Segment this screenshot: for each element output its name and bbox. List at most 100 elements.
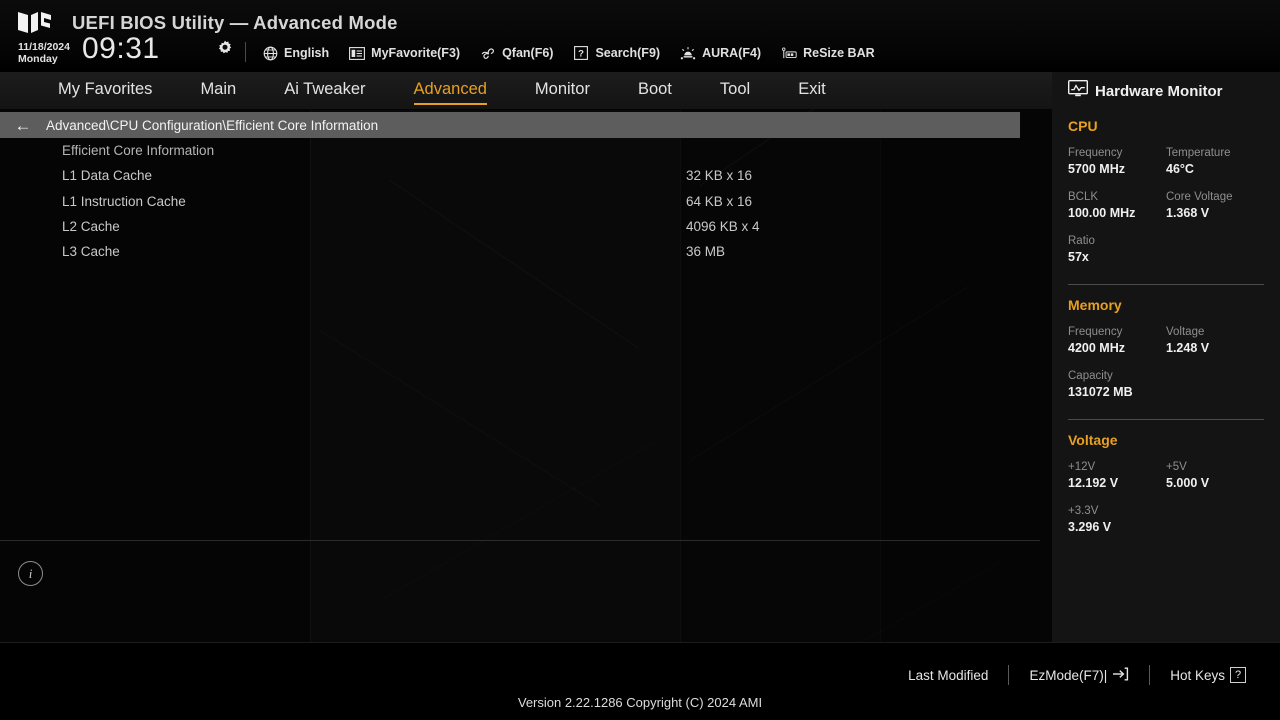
bios-screen: UEFI BIOS Utility — Advanced Mode 11/18/… [0,0,1280,720]
resize-bar-icon [781,45,797,61]
info-row-label: L2 Cache [62,219,120,235]
language-label: English [284,46,330,60]
hw-metric-key: Capacity [1068,370,1113,382]
section-title: Efficient Core Information [62,143,215,159]
hw-metric-key: BCLK [1068,191,1099,203]
hw-metric: Frequency 4200 MHz [1068,325,1166,357]
hw-row: Capacity 131072 MB [1068,369,1264,401]
hotkeys-label: Hot Keys [1170,667,1225,683]
hw-metric-value: 12.192 V [1068,476,1119,490]
tab-main[interactable]: Main [200,80,236,101]
title-bar: UEFI BIOS Utility — Advanced Mode 11/18/… [0,0,1280,72]
search-label: Search(F9) [595,46,661,60]
tab-my-favorites[interactable]: My Favorites [58,80,152,101]
content-area: Efficient Core Information L1 Data Cache… [0,138,1052,542]
hw-metric-key: +5V [1166,461,1187,473]
hw-group-divider [1068,419,1264,420]
arrow-into-bracket-icon [1112,667,1129,684]
hw-metric-value: 100.00 MHz [1068,206,1136,220]
header-divider [245,42,246,62]
tab-exit[interactable]: Exit [798,80,826,101]
hw-metric-value: 1.248 V [1166,341,1210,355]
footer-divider [0,642,1280,643]
info-row-value: 36 MB [686,244,726,260]
aura-label: AURA(F4) [702,46,762,60]
info-row: L3 Cache 36 MB [0,239,1052,264]
fan-icon [480,45,496,61]
footer-actions: Last Modified EzMode(F7)| Hot Keys ? [888,664,1266,686]
tab-advanced[interactable]: Advanced [413,80,488,105]
hw-metric: Core Voltage 1.368 V [1166,190,1264,222]
hw-metric-value: 5700 MHz [1068,162,1125,176]
hw-row: Frequency 5700 MHz Temperature 46°C [1068,146,1264,178]
info-row-label: L1 Instruction Cache [62,193,186,209]
breadcrumb-path: Advanced\CPU Configuration\Efficient Cor… [46,117,379,133]
aura-light-icon [680,45,696,61]
list-card-icon [349,45,366,61]
hw-metric-key: Ratio [1068,235,1095,247]
info-icon[interactable]: i [18,561,43,586]
info-row: L1 Instruction Cache 64 KB x 16 [0,189,1052,214]
date-text: 11/18/2024 [18,41,70,53]
breadcrumb[interactable]: ← Advanced\CPU Configuration\Efficient C… [0,112,1020,138]
hw-metric-key: Frequency [1068,326,1123,338]
tab-ai-tweaker[interactable]: Ai Tweaker [284,80,365,101]
hw-metric-key: +3.3V [1068,505,1099,517]
aura-button[interactable]: AURA(F4) [680,45,761,61]
info-row-value: 32 KB x 16 [686,168,753,184]
info-row-label: L3 Cache [62,244,120,260]
hw-metric-key: Core Voltage [1166,191,1233,203]
hw-metric: +3.3V 3.296 V [1068,504,1264,536]
hw-row: +12V 12.192 V +5V 5.000 V [1068,460,1264,492]
info-row: L2 Cache 4096 KB x 4 [0,214,1052,239]
question-key-icon: ? [1230,667,1246,683]
qfan-button[interactable]: Qfan(F6) [480,45,553,61]
section-header: Efficient Core Information [0,138,1052,163]
resize-bar-label: ReSize BAR [803,46,875,60]
qfan-label: Qfan(F6) [502,46,554,60]
hw-metric-key: Temperature [1166,147,1231,159]
info-row-value: 64 KB x 16 [686,193,753,209]
hw-row: Frequency 4200 MHz Voltage 1.248 V [1068,325,1264,357]
hw-group-title: Memory [1068,297,1122,313]
main-nav: My Favorites Main Ai Tweaker Advanced Monito… [0,72,1052,109]
search-button[interactable]: ? Search(F9) [573,45,660,61]
arrow-left-icon[interactable]: ← [0,117,46,134]
myfavorite-label: MyFavorite(F3) [371,46,461,60]
hw-metric: Ratio 57x [1068,234,1264,266]
hw-row: +3.3V 3.296 V [1068,504,1264,536]
tuf-gaming-logo [16,9,60,37]
footer-bar: Last Modified EzMode(F7)| Hot Keys ? Ver… [0,642,1280,720]
hw-row: BCLK 100.00 MHz Core Voltage 1.368 V [1068,190,1264,222]
hotkeys-button[interactable]: Hot Keys ? [1150,667,1266,683]
hw-metric: Voltage 1.248 V [1166,325,1264,357]
hw-metric-value: 131072 MB [1068,385,1133,399]
hw-metric-value: 46°C [1166,162,1194,176]
info-row-label: L1 Data Cache [62,168,153,184]
resize-bar-button[interactable]: ReSize BAR [781,45,875,61]
last-modified-label: Last Modified [908,667,989,683]
myfavorite-button[interactable]: MyFavorite(F3) [349,45,460,61]
tab-tool[interactable]: Tool [720,80,750,101]
tab-boot[interactable]: Boot [638,80,672,101]
hw-metric: +12V 12.192 V [1068,460,1166,492]
svg-text:?: ? [579,48,585,59]
info-row: L1 Data Cache 32 KB x 16 [0,163,1052,188]
ezmode-button[interactable]: EzMode(F7)| [1009,667,1149,684]
system-clock: 09:31 [82,32,160,65]
hw-group-divider [1068,284,1264,285]
content-divider [0,540,1040,541]
hw-metric: BCLK 100.00 MHz [1068,190,1166,222]
hardware-monitor-header: Hardware Monitor [1067,72,1264,106]
gear-icon[interactable] [216,39,234,57]
last-modified-button[interactable]: Last Modified [888,668,1008,683]
language-button[interactable]: English [262,45,329,61]
tab-monitor[interactable]: Monitor [535,80,590,101]
monitor-waveform-icon [1067,79,1089,102]
hw-metric-value: 5.000 V [1166,476,1210,490]
ezmode-label: EzMode(F7)| [1029,667,1108,683]
hw-metric-value: 57x [1068,250,1089,264]
hw-group-title: Voltage [1068,432,1118,448]
header-toolbar: English MyFavorite(F3) Qfan(F6) ? Search… [262,42,875,64]
page-title: UEFI BIOS Utility — Advanced Mode [72,12,398,33]
